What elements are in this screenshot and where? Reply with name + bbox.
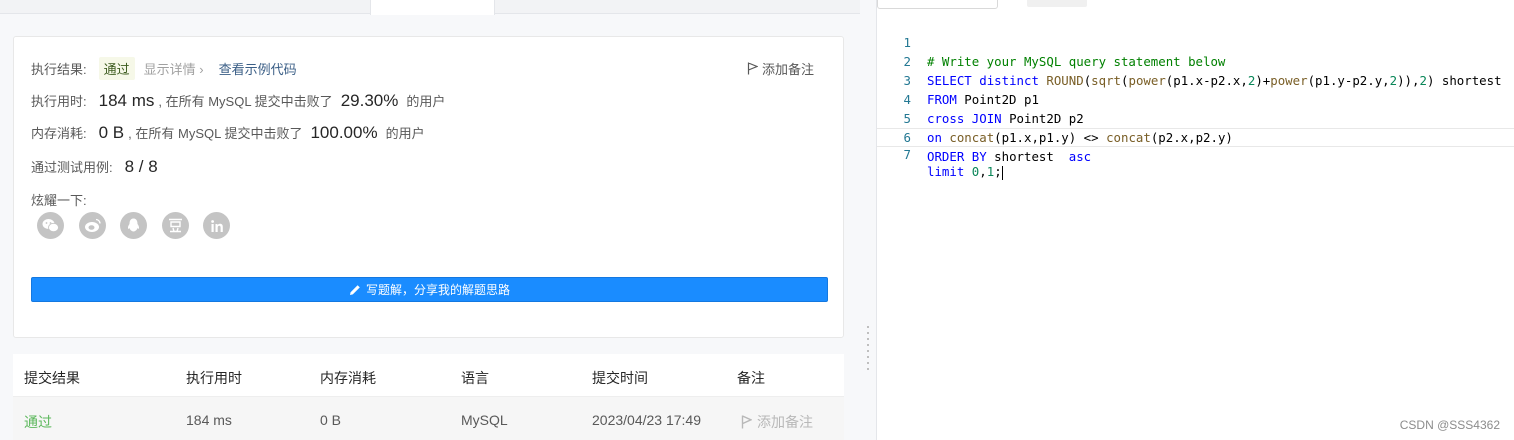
wechat-icon[interactable] (37, 212, 64, 239)
runtime-label: 执行用时: (31, 94, 87, 109)
tests-value: 8 / 8 (124, 157, 158, 176)
write-solution-label: 写题解，分享我的解题思路 (365, 283, 510, 297)
header-runtime: 执行用时 (186, 370, 242, 386)
write-solution-button[interactable]: 写题解，分享我的解题思路 (31, 277, 828, 302)
cell-memory: 0 B (320, 412, 342, 428)
weibo-icon[interactable] (78, 212, 106, 239)
show-details-text: 显示详情 (143, 62, 196, 77)
add-note-label: 添加备注 (761, 62, 814, 77)
share-icons (37, 212, 245, 239)
code-text: limit 0,1; (927, 164, 1003, 180)
chevron-right-icon: › (195, 62, 204, 77)
code-line-current[interactable]: 7 limit 0,1; (877, 128, 1514, 180)
submission-history-table: 提交结果 执行用时 内存消耗 语言 提交时间 备注 通过 184 ms 0 B … (13, 354, 844, 440)
code-line[interactable]: 6 ORDER BY shortest asc (877, 109, 1514, 164)
header-memory: 内存消耗 (320, 370, 376, 386)
tab-inactive[interactable] (0, 0, 370, 14)
result-card: 执行结果: 通过 显示详情 › 查看示例代码 添加备注 执行用时: 184 ms… (13, 36, 844, 338)
runtime-value: 184 ms (98, 91, 155, 110)
editor-tab[interactable] (1027, 0, 1087, 7)
runtime-percent: 29.30% (340, 91, 399, 110)
code-line[interactable]: 2 SELECT distinct ROUND(sqrt(power(p1.x-… (877, 33, 1514, 88)
tests-row: 通过测试用例: 8 / 8 (31, 157, 162, 177)
share-row: 炫耀一下: (31, 190, 87, 209)
code-editor[interactable]: 1 # Write your MySQL query statement bel… (877, 0, 1514, 440)
pane-splitter[interactable] (860, 0, 877, 440)
tab-submissions[interactable] (370, 0, 495, 15)
code-line[interactable]: 1 # Write your MySQL query statement bel… (877, 14, 1514, 69)
language-select[interactable] (877, 0, 998, 9)
cell-note-label: 添加备注 (757, 414, 813, 430)
flag-icon (741, 415, 752, 429)
memory-value: 0 B (98, 123, 125, 142)
header-status: 提交结果 (24, 370, 80, 386)
code-line[interactable]: 5 on concat(p1.x,p1.y) <> concat(p2.x,p2… (877, 90, 1514, 145)
add-note-button[interactable]: 添加备注 (747, 59, 814, 78)
pencil-icon (349, 284, 360, 295)
header-language: 语言 (461, 370, 489, 386)
memory-text: , 在所有 MySQL 提交中击败了 (128, 126, 303, 141)
table-header (13, 354, 844, 397)
douban-icon[interactable] (161, 212, 189, 239)
show-details-link[interactable]: 显示详情 › (144, 59, 204, 78)
memory-suffix: 的用户 (385, 126, 425, 141)
left-tab-bar (0, 0, 860, 15)
status-badge: 通过 (98, 57, 135, 80)
status-row: 执行结果: 通过 显示详情 › 查看示例代码 (31, 57, 297, 80)
drag-handle-icon[interactable] (867, 326, 870, 372)
code-line[interactable]: 3 FROM Point2D p1 (877, 52, 1514, 107)
submission-panel: 执行结果: 通过 显示详情 › 查看示例代码 添加备注 执行用时: 184 ms… (0, 0, 860, 440)
flag-icon (747, 62, 758, 75)
line-number: 7 (903, 147, 911, 162)
memory-label: 内存消耗: (31, 126, 87, 141)
tests-label: 通过测试用例: (31, 160, 113, 175)
memory-row: 内存消耗: 0 B , 在所有 MySQL 提交中击败了 100.00% 的用户 (31, 123, 425, 143)
view-example-code-link[interactable]: 查看示例代码 (219, 59, 297, 78)
editor-toolbar (877, 0, 1514, 10)
linkedin-icon[interactable] (203, 212, 230, 239)
status-label: 执行结果: (31, 62, 87, 77)
header-submit-time: 提交时间 (592, 370, 648, 386)
watermark: CSDN @SSS4362 (1399, 418, 1500, 432)
runtime-text: , 在所有 MySQL 提交中击败了 (158, 94, 333, 109)
memory-percent: 100.00% (310, 123, 378, 142)
share-label: 炫耀一下: (31, 193, 87, 208)
cell-language: MySQL (461, 412, 508, 428)
text-cursor (1001, 165, 1003, 180)
code-area[interactable]: 1 # Write your MySQL query statement bel… (877, 14, 1514, 180)
table-row[interactable] (13, 397, 844, 440)
code-line[interactable]: 4 cross JOIN Point2D p2 (877, 71, 1514, 126)
runtime-suffix: 的用户 (406, 94, 446, 109)
qq-icon[interactable] (120, 212, 147, 239)
cell-status[interactable]: 通过 (24, 412, 52, 432)
cell-add-note-button[interactable]: 添加备注 (741, 412, 813, 432)
header-note: 备注 (737, 370, 765, 386)
runtime-row: 执行用时: 184 ms , 在所有 MySQL 提交中击败了 29.30% 的… (31, 91, 445, 111)
cell-runtime: 184 ms (186, 412, 232, 428)
cell-submit-time: 2023/04/23 17:49 (592, 412, 701, 428)
